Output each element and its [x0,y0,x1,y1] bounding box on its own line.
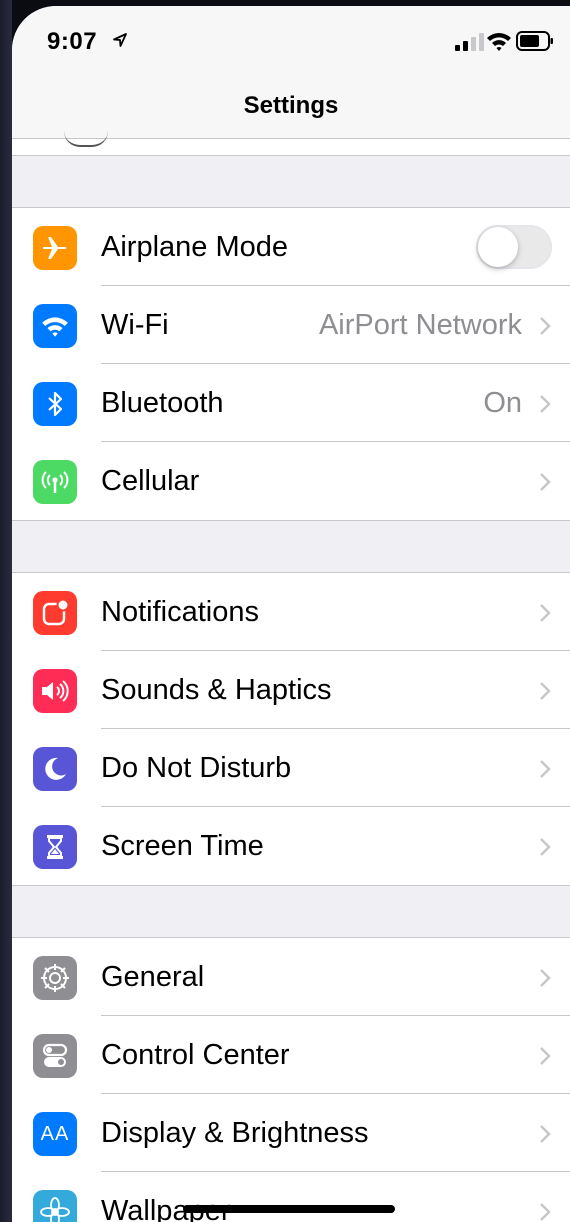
apple-id-row[interactable] [12,139,570,156]
settings-row-wallpaper[interactable]: Wallpaper [12,1172,570,1222]
settings-row-screen-time[interactable]: Screen Time [12,807,570,885]
chevron-right-icon [540,682,551,700]
chevron-right-icon [540,760,551,778]
battery-icon [516,31,553,51]
chevron-right-icon [540,838,551,856]
settings-row-cellular[interactable]: Cellular [12,442,570,520]
row-value: AirPort Network [318,309,522,341]
chevron-right-icon [540,473,551,491]
settings-row-sounds-haptics[interactable]: Sounds & Haptics [12,651,570,729]
home-indicator[interactable] [183,1205,395,1213]
row-label: Wi-Fi [101,309,169,341]
general-group: General Control Center AA Display & Brig… [12,937,570,1222]
row-label: Display & Brightness [101,1117,369,1149]
settings-screen: 9:07 Settings Airplane Mode Wi-Fi AirPor… [12,6,570,1222]
row-value: On [483,387,522,419]
connectivity-group: Airplane Mode Wi-Fi AirPort Network Blue… [12,207,570,521]
settings-row-general[interactable]: General [12,938,570,1016]
settings-row-airplane-mode[interactable]: Airplane Mode [12,208,570,286]
row-label: Cellular [101,465,200,497]
row-label: Bluetooth [101,387,224,419]
gear-icon [33,956,77,1000]
settings-row-notifications[interactable]: Notifications [12,573,570,651]
wifi-status-icon [487,33,511,51]
settings-row-control-center[interactable]: Control Center [12,1016,570,1094]
bluetooth-icon [33,382,77,426]
antenna-icon [33,460,77,504]
row-label: Airplane Mode [101,231,288,263]
settings-row-wifi[interactable]: Wi-Fi AirPort Network [12,286,570,364]
settings-row-do-not-disturb[interactable]: Do Not Disturb [12,729,570,807]
settings-row-bluetooth[interactable]: Bluetooth On [12,364,570,442]
airplane-mode-toggle[interactable] [476,225,552,269]
row-label: Screen Time [101,830,264,862]
row-label: Notifications [101,596,259,628]
switches-icon [33,1034,77,1078]
wifi-icon [33,304,77,348]
location-arrow-icon [113,33,127,47]
row-label: Control Center [101,1039,290,1071]
moon-icon [33,747,77,791]
speaker-icon [33,669,77,713]
row-label: Do Not Disturb [101,752,292,784]
flower-icon [33,1190,77,1222]
navigation-bar: Settings [12,76,570,139]
chevron-right-icon [540,604,551,622]
chevron-right-icon [540,395,551,413]
cellular-signal-icon [455,33,484,51]
airplane-icon [33,226,77,270]
status-time: 9:07 [47,28,98,55]
chevron-right-icon [540,969,551,987]
notifications-icon [33,591,77,635]
row-label: General [101,961,205,993]
status-bar: 9:07 [12,6,570,76]
toggle-knob [478,227,518,267]
chevron-right-icon [540,317,551,335]
page-title: Settings [243,92,339,119]
avatar [64,131,108,147]
settings-row-display-brightness[interactable]: AA Display & Brightness [12,1094,570,1172]
text-size-glyph: AA [40,1122,70,1145]
row-label: Sounds & Haptics [101,674,332,706]
notifications-group: Notifications Sounds & Haptics Do Not Di… [12,572,570,886]
hourglass-icon [33,825,77,869]
chevron-right-icon [540,1203,551,1221]
text-size-icon: AA [33,1112,77,1156]
chevron-right-icon [540,1047,551,1065]
chevron-right-icon [540,1125,551,1143]
device-frame [0,0,12,1222]
